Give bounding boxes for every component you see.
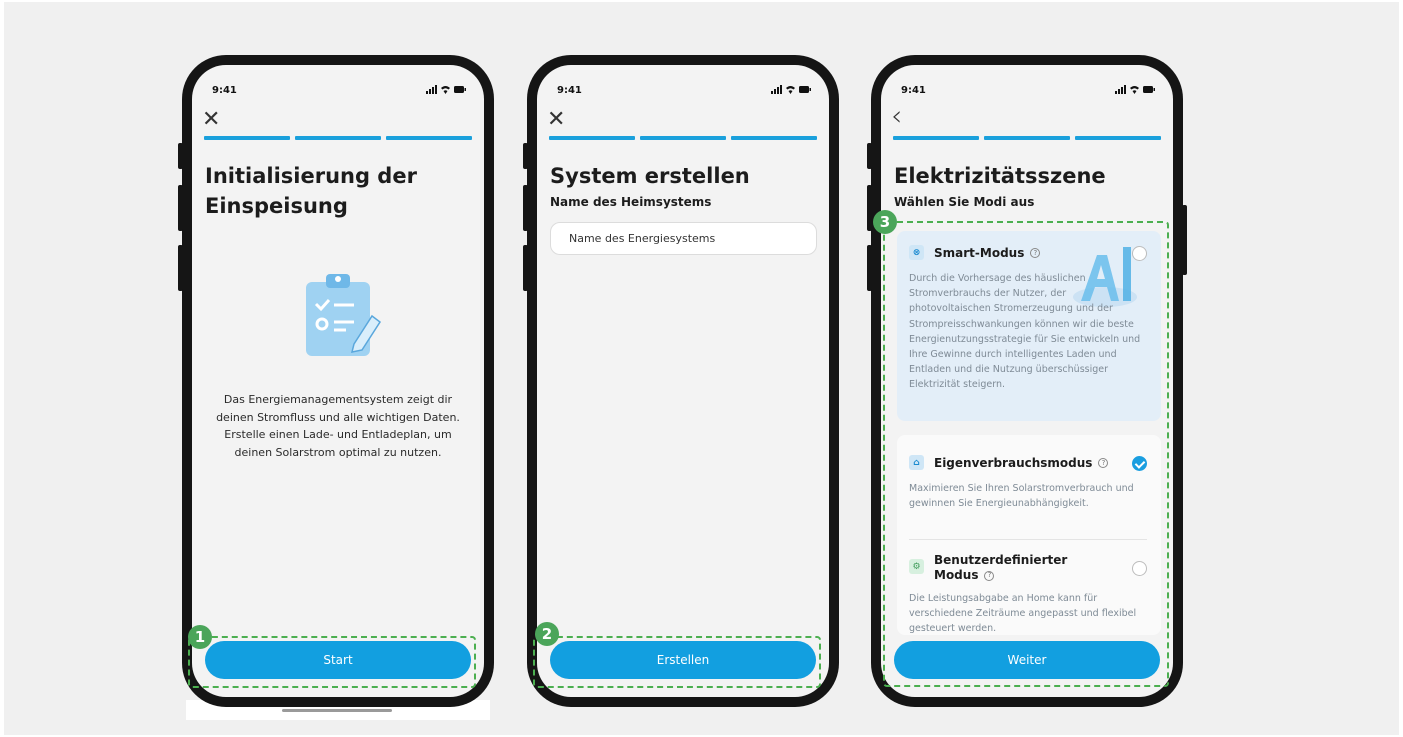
close-icon[interactable]: ✕: [202, 109, 224, 131]
status-time: 9:41: [901, 85, 926, 96]
screen: 9:41 ✕ Initialisierung der Einspeisung D: [192, 65, 484, 697]
status-bar: 9:41: [557, 85, 811, 99]
highlight-box-2: [533, 636, 821, 688]
close-icon[interactable]: ✕: [547, 109, 569, 131]
section-label: Name des Heimsystems: [550, 195, 712, 209]
phone-screen-1: 9:41 ✕ Initialisierung der Einspeisung D: [178, 55, 494, 707]
status-icons: [771, 85, 811, 98]
phone-side-button: [523, 143, 528, 169]
status-bar: 9:41: [901, 85, 1155, 99]
home-indicator: [282, 709, 392, 712]
step-badge-1: 1: [188, 625, 212, 649]
phone-side-button: [178, 245, 183, 291]
phone-side-button: [178, 143, 183, 169]
section-label: Wählen Sie Modi aus: [894, 195, 1035, 209]
page-title: Initialisierung der Einspeisung: [205, 164, 417, 218]
phone-side-button: [1182, 205, 1187, 275]
status-time: 9:41: [212, 85, 237, 96]
status-icons: [1115, 85, 1155, 98]
system-name-input[interactable]: Name des Energiesystems: [550, 222, 817, 255]
status-time: 9:41: [557, 85, 582, 96]
signal-wifi-battery-icon: [1115, 85, 1155, 94]
description: Das Energiemanagementsystem zeigt dir de…: [216, 393, 460, 459]
signal-wifi-battery-icon: [426, 85, 466, 94]
progress-bar: [893, 136, 1161, 140]
phone-side-button: [867, 185, 872, 231]
page-title: System erstellen: [550, 164, 750, 188]
back-icon[interactable]: ‹: [891, 102, 913, 130]
phone-side-button: [523, 245, 528, 291]
signal-wifi-battery-icon: [771, 85, 811, 94]
highlight-box-1: [188, 636, 476, 688]
screen: 9:41 ✕ System erstellen Name des Heimsys…: [537, 65, 829, 697]
phone-side-button: [867, 143, 872, 169]
status-bar: 9:41: [212, 85, 466, 99]
progress-bar: [204, 136, 472, 140]
phone-side-button: [178, 185, 183, 231]
phone-screen-2: 9:41 ✕ System erstellen Name des Heimsys…: [523, 55, 839, 707]
step-badge-3: 3: [873, 210, 897, 234]
page-title: Elektrizitätsszene: [894, 164, 1106, 188]
phone-side-button: [523, 185, 528, 231]
clipboard-icon: [306, 274, 382, 356]
status-icons: [426, 85, 466, 98]
step-badge-2: 2: [535, 622, 559, 646]
phone-side-button: [867, 245, 872, 291]
highlight-box-3: [883, 221, 1169, 687]
progress-bar: [549, 136, 817, 140]
